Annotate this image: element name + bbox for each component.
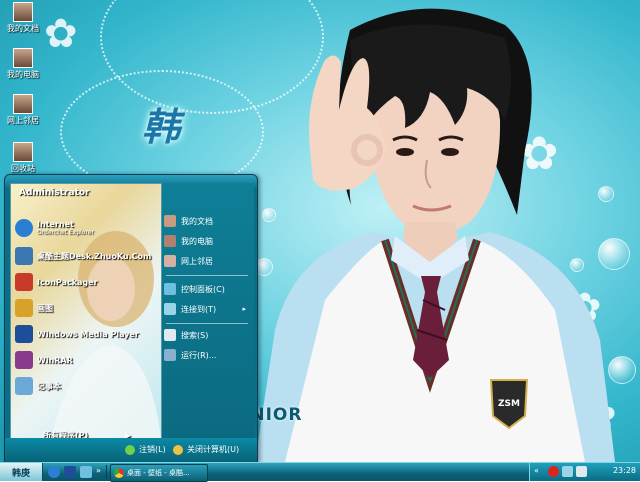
places-separator xyxy=(166,275,248,276)
desktop-icon-my-computer[interactable]: 我的电脑 xyxy=(2,48,44,80)
submenu-arrow-icon: ▸ xyxy=(242,305,246,313)
my-documents-icon xyxy=(164,215,176,227)
ie-icon xyxy=(15,219,33,237)
desktop-icon-my-documents[interactable]: 我的文档 xyxy=(2,2,44,34)
control-panel-icon xyxy=(164,283,176,295)
logoff-label: 注销(L) xyxy=(139,445,166,454)
places-label: 搜索(S) xyxy=(181,330,209,340)
network-tray-icon[interactable] xyxy=(562,466,573,477)
places-label: 我的电脑 xyxy=(181,236,213,246)
desktop-icon-label: 我的电脑 xyxy=(7,70,39,79)
chrome-icon xyxy=(114,468,124,478)
flower-decoration: ✿ xyxy=(44,11,78,57)
item-title: IconPackager xyxy=(37,277,98,287)
places-item-connect-to[interactable]: 连接到(T) ▸ xyxy=(164,301,252,317)
start-menu-pinned-panel: Administrator Internet Orderchet Explore… xyxy=(10,183,162,440)
start-menu-item-paint[interactable]: 画图 xyxy=(15,298,157,318)
desktop-icon-network[interactable]: 网上邻居 xyxy=(2,94,44,126)
volume-tray-icon[interactable] xyxy=(576,466,587,477)
network-icon xyxy=(13,94,33,114)
winrar-icon xyxy=(15,351,33,369)
desktop-icon-recycle-bin[interactable]: 回收站 xyxy=(2,142,44,174)
item-title: 记事本 xyxy=(37,381,61,391)
power-icon xyxy=(173,444,183,455)
places-item-run[interactable]: 运行(R)... xyxy=(164,347,252,363)
logoff-button[interactable]: 注销(L) xyxy=(125,444,166,455)
documents-icon xyxy=(13,2,33,22)
places-label: 网上邻居 xyxy=(181,256,213,266)
start-menu-item-notepad[interactable]: 记事本 xyxy=(15,376,157,396)
item-title: 画图 xyxy=(37,303,53,313)
desktop-icon-label: 我的文档 xyxy=(7,24,39,33)
places-item-network[interactable]: 网上邻居 xyxy=(164,253,252,269)
places-label: 我的文档 xyxy=(181,216,213,226)
places-label: 控制面板(C) xyxy=(181,284,225,294)
start-button[interactable]: 韩庚 xyxy=(0,463,43,481)
taskbar: 韩庚 » 桌面 - 壁纸 - 桌酷... « 23:28 xyxy=(0,462,640,482)
places-label: 运行(R)... xyxy=(181,350,217,360)
places-item-my-computer[interactable]: 我的电脑 xyxy=(164,233,252,249)
iconpackager-icon xyxy=(15,273,33,291)
my-network-icon xyxy=(164,255,176,267)
quicklaunch-more-icon[interactable]: » xyxy=(96,466,101,475)
shutdown-button[interactable]: 关闭计算机(U) xyxy=(173,444,239,455)
badge-text: ZSM xyxy=(498,399,520,409)
system-tray: « 23:28 xyxy=(529,463,640,481)
start-menu-places-panel: 我的文档 我的电脑 网上邻居 控制面板(C) 连接到(T) ▸ 搜索(S) 运行… xyxy=(162,183,254,438)
start-menu-item-winrar[interactable]: WinRAR xyxy=(15,350,157,370)
antivirus-tray-icon[interactable] xyxy=(548,466,559,477)
places-label: 连接到(T) xyxy=(181,304,217,314)
places-item-my-documents[interactable]: 我的文档 xyxy=(164,213,252,229)
show-desktop-icon[interactable] xyxy=(80,466,92,478)
item-title: WinRAR xyxy=(37,355,73,365)
my-computer-icon xyxy=(164,235,176,247)
start-menu: Administrator Internet Orderchet Explore… xyxy=(4,174,258,463)
wallpaper-hanzi: 韩 xyxy=(142,104,181,149)
places-item-search[interactable]: 搜索(S) xyxy=(164,327,252,343)
start-menu-item-media-player[interactable]: Windows Media Player xyxy=(15,324,157,344)
ie-quicklaunch-icon[interactable] xyxy=(48,466,60,478)
media-quicklaunch-icon[interactable] xyxy=(64,466,76,478)
paint-icon xyxy=(15,299,33,317)
item-subtitle: Orderchet Explorer xyxy=(37,229,94,236)
search-icon xyxy=(164,329,176,341)
item-title: 桌酷主题Desk.ZhuoKu.Com xyxy=(37,251,152,261)
media-player-icon xyxy=(15,325,33,343)
taskbar-window-button[interactable]: 桌面 - 壁纸 - 桌酷... xyxy=(110,464,208,482)
person-illustration: ZSM xyxy=(255,8,615,462)
taskbar-window-title: 桌面 - 壁纸 - 桌酷... xyxy=(127,469,190,477)
item-title: Windows Media Player xyxy=(37,329,139,339)
zhuoku-icon xyxy=(15,247,33,265)
run-icon xyxy=(164,349,176,361)
start-menu-item-zhuoku[interactable]: 桌酷主题Desk.ZhuoKu.Com xyxy=(15,246,157,266)
logoff-icon xyxy=(125,444,135,455)
places-item-control-panel[interactable]: 控制面板(C) xyxy=(164,281,252,297)
item-title: Internet xyxy=(37,220,74,229)
computer-icon xyxy=(13,48,33,68)
notepad-icon xyxy=(15,377,33,395)
recycle-bin-icon xyxy=(13,142,33,162)
shutdown-label: 关闭计算机(U) xyxy=(187,445,240,454)
start-menu-footer: 注销(L) 关闭计算机(U) xyxy=(5,438,257,462)
desktop-icon-label: 网上邻居 xyxy=(7,116,39,125)
taskbar-separator xyxy=(106,465,107,479)
clock[interactable]: 23:28 xyxy=(613,466,636,475)
tray-expand-icon[interactable]: « xyxy=(534,466,539,475)
start-menu-username: Administrator xyxy=(19,188,90,198)
places-separator xyxy=(166,323,248,324)
start-menu-item-internet[interactable]: Internet Orderchet Explorer xyxy=(15,218,157,238)
start-menu-item-iconpackager[interactable]: IconPackager xyxy=(15,272,157,292)
desktop-icon-label: 回收站 xyxy=(11,164,35,173)
connect-to-icon xyxy=(164,303,176,315)
